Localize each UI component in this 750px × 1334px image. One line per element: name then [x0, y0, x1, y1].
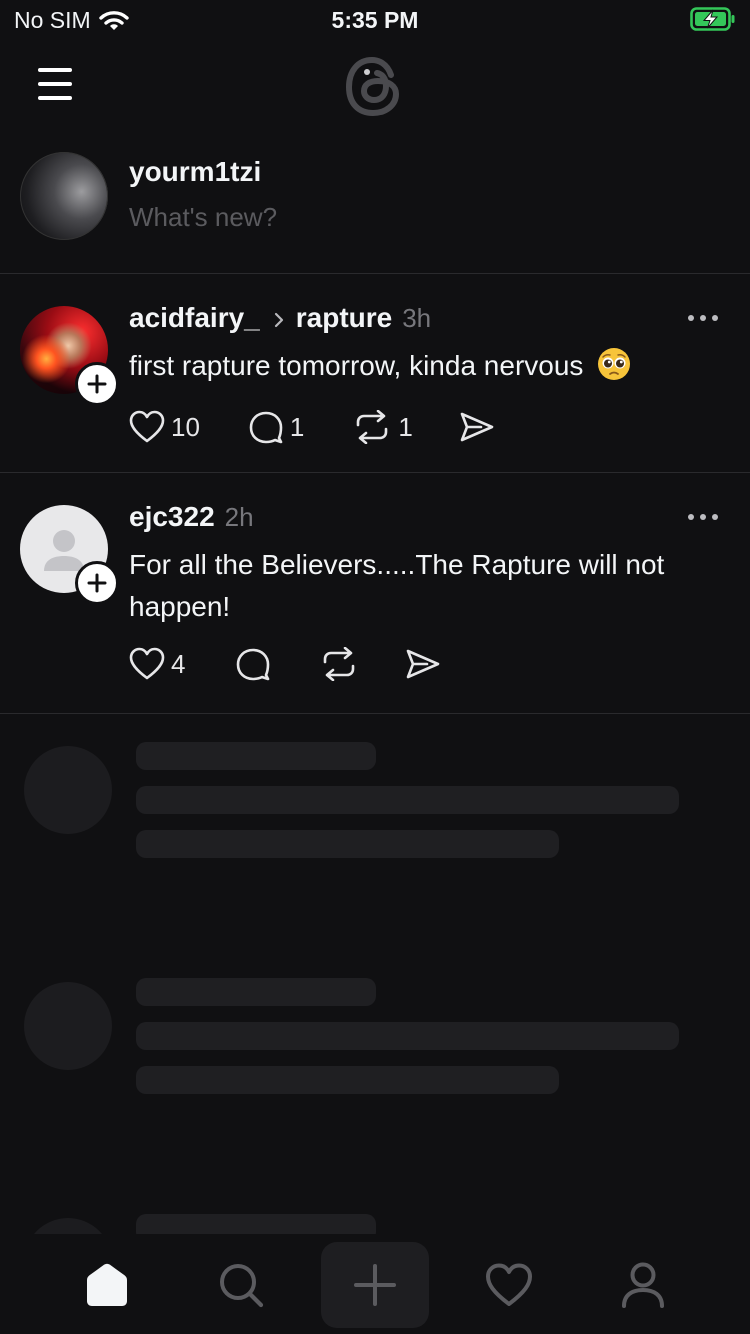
status-time: 5:35 PM — [331, 7, 419, 33]
like-count: 10 — [171, 411, 200, 442]
skeleton-line — [136, 1066, 559, 1094]
more-horizontal-icon — [688, 315, 718, 321]
post-header: ejc322 2h — [129, 501, 254, 533]
status-bar: No SIM 5:35 PM — [0, 0, 750, 40]
hamburger-menu-icon — [38, 68, 72, 100]
activity-heart-icon — [486, 1263, 532, 1306]
like-button[interactable]: 4 — [129, 647, 185, 681]
post-body: first rapture tomorrow, kinda nervous — [129, 345, 724, 387]
share-button[interactable] — [459, 411, 495, 443]
tab-home[interactable] — [53, 1242, 161, 1328]
new-thread-composer[interactable]: yourm1tzi What's new? — [0, 140, 750, 274]
composer-username: yourm1tzi — [129, 156, 262, 187]
feed-post[interactable]: acidfairy_ rapture 3h first rapture tomo… — [0, 274, 750, 473]
reply-bubble-icon — [237, 648, 270, 681]
skeleton-avatar — [24, 746, 112, 834]
search-icon — [220, 1264, 264, 1308]
feed-post[interactable]: ejc322 2h For all the Believers.....The … — [0, 473, 750, 714]
post-username[interactable]: ejc322 — [129, 501, 215, 533]
tab-profile[interactable] — [589, 1242, 697, 1328]
heart-icon — [129, 647, 165, 680]
repost-button[interactable]: 1 — [352, 410, 413, 444]
post-username[interactable]: acidfairy_ — [129, 302, 260, 334]
more-options-button[interactable] — [686, 509, 720, 525]
pleading-face-emoji-icon — [598, 348, 631, 380]
more-horizontal-icon — [688, 514, 718, 520]
repost-button[interactable] — [319, 647, 359, 681]
threads-logo-icon — [345, 56, 400, 117]
battery-charging-icon — [690, 7, 735, 31]
send-icon — [407, 649, 440, 679]
home-icon — [87, 1263, 127, 1306]
skeleton-line — [136, 978, 376, 1006]
reply-bubble-icon — [249, 411, 283, 444]
composer-input[interactable]: What's new? — [129, 202, 277, 233]
tab-new-thread[interactable] — [321, 1242, 429, 1328]
tab-search[interactable] — [187, 1242, 295, 1328]
reply-button[interactable] — [235, 647, 271, 681]
reply-count: 1 — [289, 411, 305, 442]
post-time: 2h — [224, 502, 254, 532]
heart-icon — [129, 410, 165, 443]
repost-icon — [324, 647, 355, 681]
follow-button[interactable] — [75, 561, 119, 605]
post-text: For all the Believers.....The Rapture wi… — [129, 549, 665, 622]
app-header — [0, 40, 750, 140]
skeleton-avatar — [24, 982, 112, 1070]
battery-indicator — [690, 6, 736, 37]
skeleton-line — [136, 742, 376, 770]
new-thread-icon — [354, 1264, 396, 1306]
post-text: first rapture tomorrow, kinda nervous — [129, 350, 584, 381]
plus-icon — [87, 374, 107, 394]
post-actions: 10 1 1 — [129, 410, 495, 444]
skeleton-line — [136, 786, 679, 814]
like-button[interactable]: 10 — [129, 410, 200, 444]
follow-button[interactable] — [75, 362, 119, 406]
menu-button[interactable] — [34, 64, 78, 104]
share-button[interactable] — [405, 648, 441, 680]
repost-icon — [357, 410, 388, 444]
post-header: acidfairy_ rapture 3h — [129, 302, 431, 334]
like-count: 4 — [171, 648, 186, 679]
plus-icon — [87, 573, 107, 593]
threads-logo[interactable] — [340, 50, 410, 120]
chevron-right-icon — [274, 312, 283, 328]
bottom-tab-bar — [0, 1234, 750, 1334]
threads-feed-screen: No SIM 5:35 PM yourm1tzi What's new? aci… — [0, 0, 750, 1334]
more-options-button[interactable] — [686, 310, 720, 326]
skeleton-line — [136, 830, 559, 858]
profile-icon — [622, 1262, 664, 1308]
my-avatar[interactable] — [20, 152, 108, 240]
post-time: 3h — [402, 303, 432, 333]
reply-button[interactable]: 1 — [248, 410, 304, 444]
send-icon — [460, 412, 494, 442]
tab-activity[interactable] — [455, 1242, 563, 1328]
post-actions: 4 — [129, 647, 441, 681]
repost-count: 1 — [398, 411, 413, 442]
post-community[interactable]: rapture — [296, 302, 392, 334]
skeleton-line — [136, 1022, 679, 1050]
